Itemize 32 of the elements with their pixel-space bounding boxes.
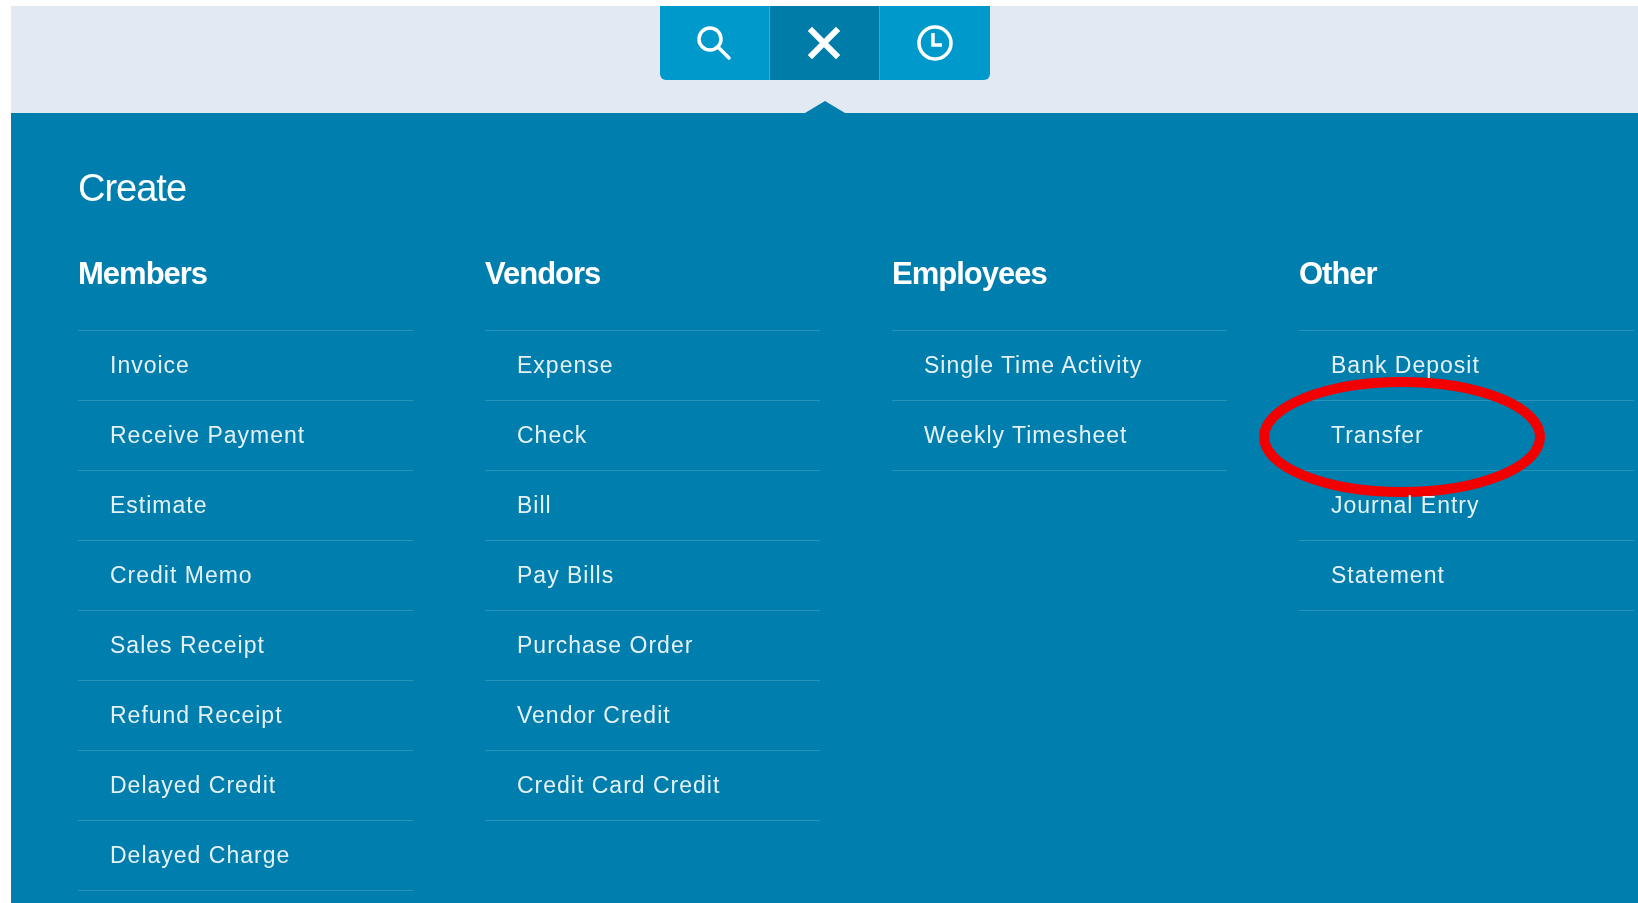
menu-item[interactable]: Purchase Order bbox=[517, 632, 694, 659]
column-heading: Members bbox=[78, 256, 208, 292]
menu-item[interactable]: Journal Entry bbox=[1331, 492, 1480, 519]
menu-item[interactable]: Sales Receipt bbox=[110, 632, 265, 659]
menu-item[interactable]: Bank Deposit bbox=[1331, 352, 1480, 379]
menu-item[interactable]: Credit Card Credit bbox=[517, 772, 721, 799]
menu-item[interactable]: Expense bbox=[517, 352, 614, 379]
search-icon bbox=[694, 23, 734, 63]
menu-item[interactable]: Receive Payment bbox=[110, 422, 306, 449]
column-heading: Employees bbox=[892, 256, 1047, 292]
menu-item[interactable]: Transfer bbox=[1331, 422, 1424, 449]
menu-item[interactable]: Weekly Timesheet bbox=[924, 422, 1128, 449]
toolbar-button[interactable] bbox=[659, 6, 770, 80]
menu-item[interactable]: Refund Receipt bbox=[110, 702, 283, 729]
close-icon bbox=[807, 26, 841, 60]
menu-item[interactable]: Pay Bills bbox=[517, 562, 615, 589]
menu-item[interactable]: Delayed Credit bbox=[110, 772, 277, 799]
menu-item[interactable]: Single Time Activity bbox=[924, 352, 1143, 379]
toolbar-button[interactable] bbox=[879, 6, 990, 80]
menu-item[interactable]: Invoice bbox=[110, 352, 190, 379]
toolbar-button[interactable] bbox=[769, 6, 880, 80]
column-heading: Vendors bbox=[485, 256, 601, 292]
menu-item[interactable]: Delayed Charge bbox=[110, 842, 291, 869]
panel-title: Create bbox=[78, 167, 187, 210]
clock-icon bbox=[914, 23, 955, 63]
menu-item[interactable]: Statement bbox=[1331, 562, 1445, 589]
menu-item[interactable]: Vendor Credit bbox=[517, 702, 671, 729]
menu-item[interactable]: Credit Memo bbox=[110, 562, 253, 589]
menu-item[interactable]: Check bbox=[517, 422, 588, 449]
menu-item[interactable]: Bill bbox=[517, 492, 552, 519]
column-heading: Other bbox=[1299, 256, 1377, 292]
menu-item[interactable]: Estimate bbox=[110, 492, 208, 519]
